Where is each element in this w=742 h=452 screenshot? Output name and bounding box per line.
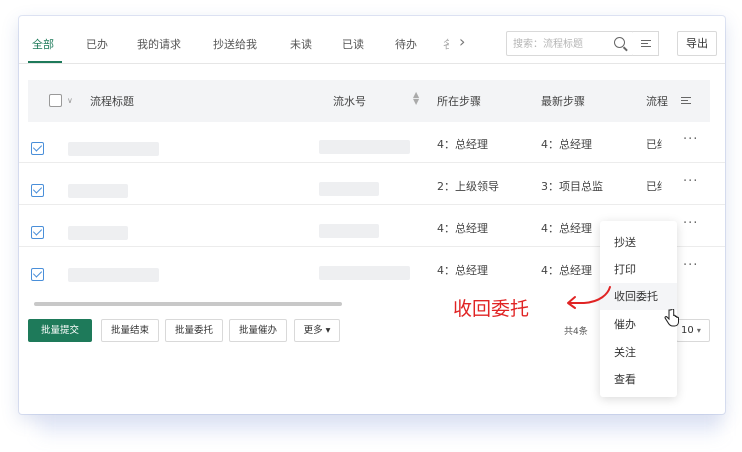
more-actions-button[interactable]: ···: [683, 216, 698, 231]
column-current-step[interactable]: 所在步骤: [437, 93, 481, 109]
chevron-down-icon[interactable]: ∨: [67, 96, 73, 105]
latest-step: 4：总经理: [541, 222, 592, 235]
latest-step: 4：总经理: [541, 264, 592, 277]
latest-step: 3：项目总监: [541, 180, 603, 193]
table-header: ∨ 流程标题 流水号 ▲ ▼ 所在步骤 最新步骤 流程: [28, 80, 710, 122]
row-checkbox[interactable]: [31, 268, 44, 281]
page-size-value: 10: [681, 325, 694, 336]
search-icon[interactable]: [614, 37, 625, 48]
filter-button[interactable]: [633, 31, 659, 56]
menu-item-follow[interactable]: 关注: [600, 339, 677, 366]
batch-delegate-button[interactable]: 批量委托: [165, 319, 223, 342]
more-actions-button[interactable]: ···: [683, 132, 698, 147]
status: 已结: [646, 180, 662, 193]
filter-icon: [641, 40, 651, 48]
serial-placeholder: [319, 266, 410, 280]
tab-my-requests[interactable]: 我的请求: [137, 36, 181, 52]
caret-down-icon: ▾: [325, 325, 331, 336]
row-checkbox[interactable]: [31, 184, 44, 197]
batch-end-button[interactable]: 批量结束: [101, 319, 159, 342]
row-checkbox[interactable]: [31, 226, 44, 239]
column-title[interactable]: 流程标题: [90, 93, 134, 109]
total-count: 共4条: [564, 327, 588, 337]
title-placeholder: [68, 268, 159, 282]
current-step: 4：总经理: [437, 222, 488, 235]
serial-placeholder: [319, 182, 379, 196]
more-label: 更多: [303, 325, 323, 336]
more-button[interactable]: 更多 ▾: [294, 319, 340, 342]
tab-unread[interactable]: 未读: [290, 36, 312, 52]
annotation-label: 收回委托: [453, 298, 530, 320]
column-serial[interactable]: 流水号: [333, 93, 366, 109]
tab-truncated: 名: [443, 38, 449, 51]
annotation-arrow-icon: [567, 286, 611, 309]
current-step: 4：总经理: [437, 138, 488, 151]
tab-done[interactable]: 已办: [86, 36, 108, 52]
table-row[interactable]: 2：上级领导 3：项目总监 已结 ···: [19, 164, 725, 205]
tab-cc-to-me[interactable]: 抄送给我: [213, 36, 257, 52]
tab-todo[interactable]: 待办: [395, 36, 417, 52]
more-actions-button[interactable]: ···: [683, 174, 698, 189]
title-placeholder: [68, 184, 128, 198]
current-step: 2：上级领导: [437, 180, 499, 193]
export-button[interactable]: 导出: [677, 31, 717, 56]
select-all-checkbox[interactable]: [49, 94, 62, 107]
workflow-panel: 全部 已办 我的请求 抄送给我 未读 已读 待办 名 › 导出 ∨ 流程标题 流…: [19, 16, 725, 414]
search-input[interactable]: [513, 33, 609, 56]
batch-submit-button[interactable]: 批量提交: [28, 319, 92, 342]
serial-placeholder: [319, 140, 410, 154]
chevron-right-icon[interactable]: ›: [459, 32, 465, 51]
sort-icon[interactable]: ▲ ▼: [413, 91, 419, 106]
tab-all[interactable]: 全部: [32, 36, 54, 52]
horizontal-scrollbar[interactable]: [34, 302, 342, 306]
active-tab-indicator: [28, 61, 62, 63]
tab-read[interactable]: 已读: [342, 36, 364, 52]
table-row[interactable]: 4：总经理 4：总经理 已结 ···: [19, 122, 725, 163]
status: 已结: [646, 138, 662, 151]
batch-urge-button[interactable]: 批量催办: [229, 319, 287, 342]
serial-placeholder: [319, 224, 379, 238]
menu-item-view[interactable]: 查看: [600, 366, 677, 393]
menu-item-print[interactable]: 打印: [600, 256, 677, 283]
column-latest-step[interactable]: 最新步骤: [541, 93, 585, 109]
caret-down-icon: ▾: [696, 326, 701, 335]
title-placeholder: [68, 142, 159, 156]
column-settings-icon[interactable]: [681, 97, 691, 105]
current-step: 4：总经理: [437, 264, 488, 277]
latest-step: 4：总经理: [541, 138, 592, 151]
page-size-select[interactable]: 10 ▾: [676, 319, 710, 342]
row-checkbox[interactable]: [31, 142, 44, 155]
more-actions-button[interactable]: ···: [683, 258, 698, 273]
title-placeholder: [68, 226, 128, 240]
hand-cursor-icon: [664, 309, 679, 327]
search-box: [506, 31, 634, 56]
column-status[interactable]: 流程: [646, 93, 668, 109]
menu-item-cc[interactable]: 抄送: [600, 229, 677, 256]
